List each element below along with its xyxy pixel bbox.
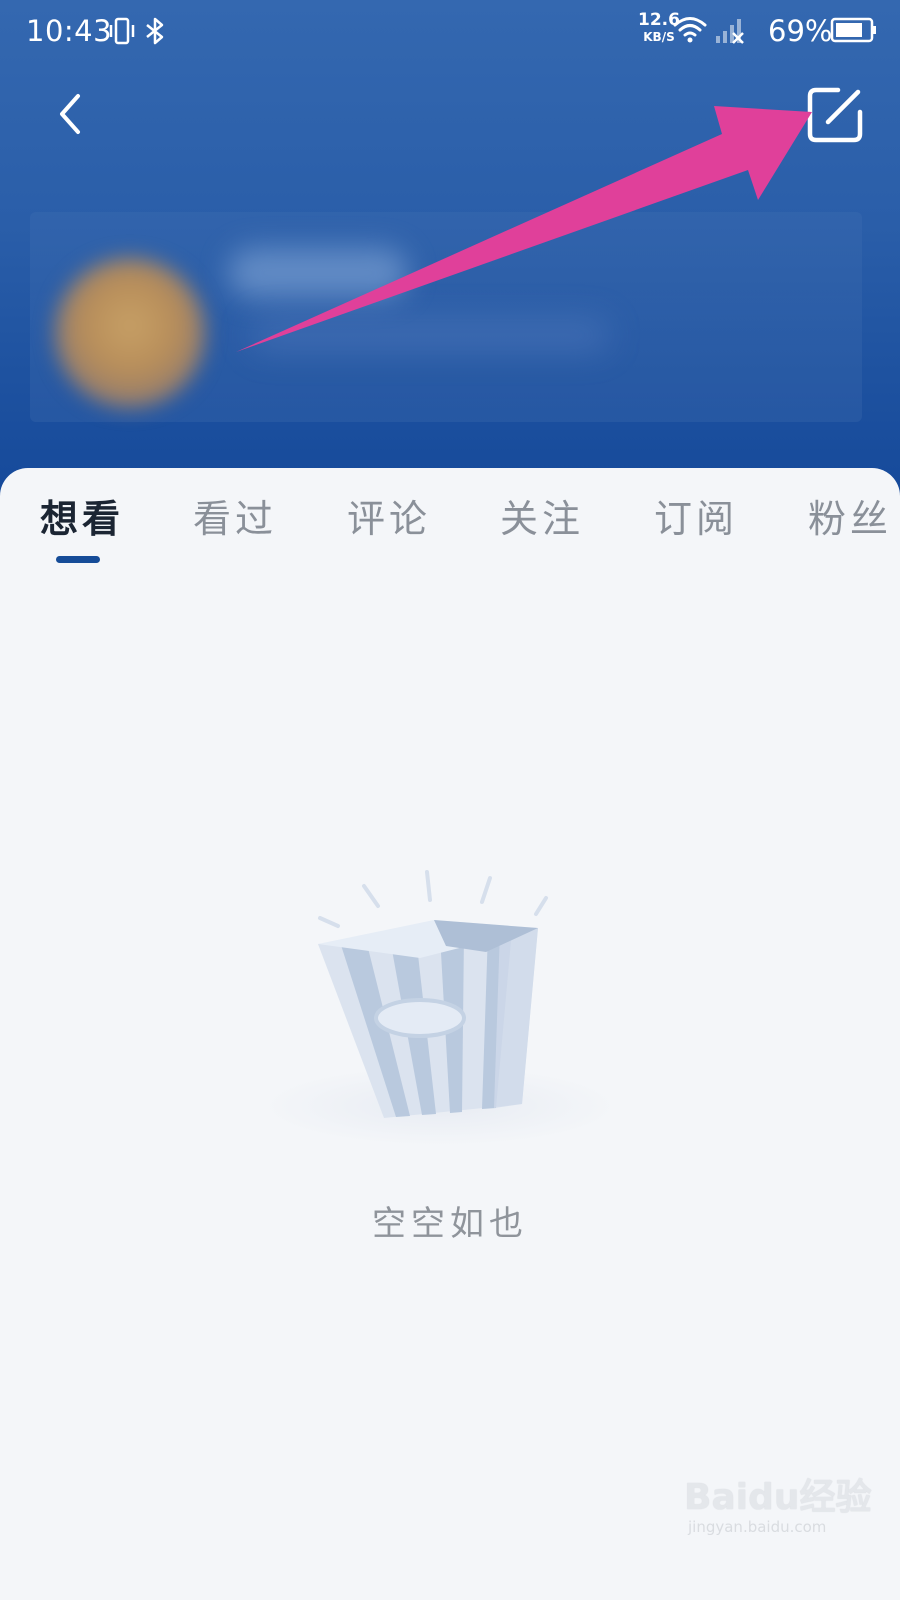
status-bar: 10:43 12.6 KB/S 69% xyxy=(0,0,900,64)
battery-percent: 69% xyxy=(768,14,833,48)
edit-icon xyxy=(800,87,870,154)
watermark-logo: Baidu经验 xyxy=(684,1477,872,1518)
tab-comments[interactable]: 评论 xyxy=(347,488,431,568)
tab-watched[interactable]: 看过 xyxy=(193,488,277,568)
battery-icon xyxy=(830,16,878,48)
bluetooth-icon xyxy=(144,16,166,50)
username-blurred xyxy=(228,248,408,298)
popcorn-box-icon xyxy=(260,868,640,1168)
watermark-url: jingyan.baidu.com xyxy=(688,1518,827,1536)
status-time: 10:43 xyxy=(26,14,113,48)
tab-bar: 想看 看过 评论 关注 订阅 粉丝 xyxy=(0,488,900,568)
signal-icon xyxy=(714,16,746,50)
chevron-left-icon xyxy=(44,94,100,152)
wifi-icon xyxy=(672,14,708,48)
profile-header: 10:43 12.6 KB/S 69% xyxy=(0,0,900,500)
avatar[interactable] xyxy=(55,258,205,408)
tab-followers[interactable]: 粉丝 xyxy=(808,488,892,568)
empty-state-text: 空空如也 xyxy=(372,1204,528,1244)
tab-following[interactable]: 关注 xyxy=(500,488,584,568)
tab-subscriptions[interactable]: 订阅 xyxy=(654,488,738,568)
profile-details-blurred xyxy=(250,318,610,352)
active-tab-indicator xyxy=(56,556,100,563)
back-button[interactable] xyxy=(44,80,100,148)
watermark: Baidu经验 jingyan.baidu.com xyxy=(684,1468,884,1578)
vibrate-icon xyxy=(108,16,136,50)
edit-profile-button[interactable] xyxy=(800,80,870,150)
